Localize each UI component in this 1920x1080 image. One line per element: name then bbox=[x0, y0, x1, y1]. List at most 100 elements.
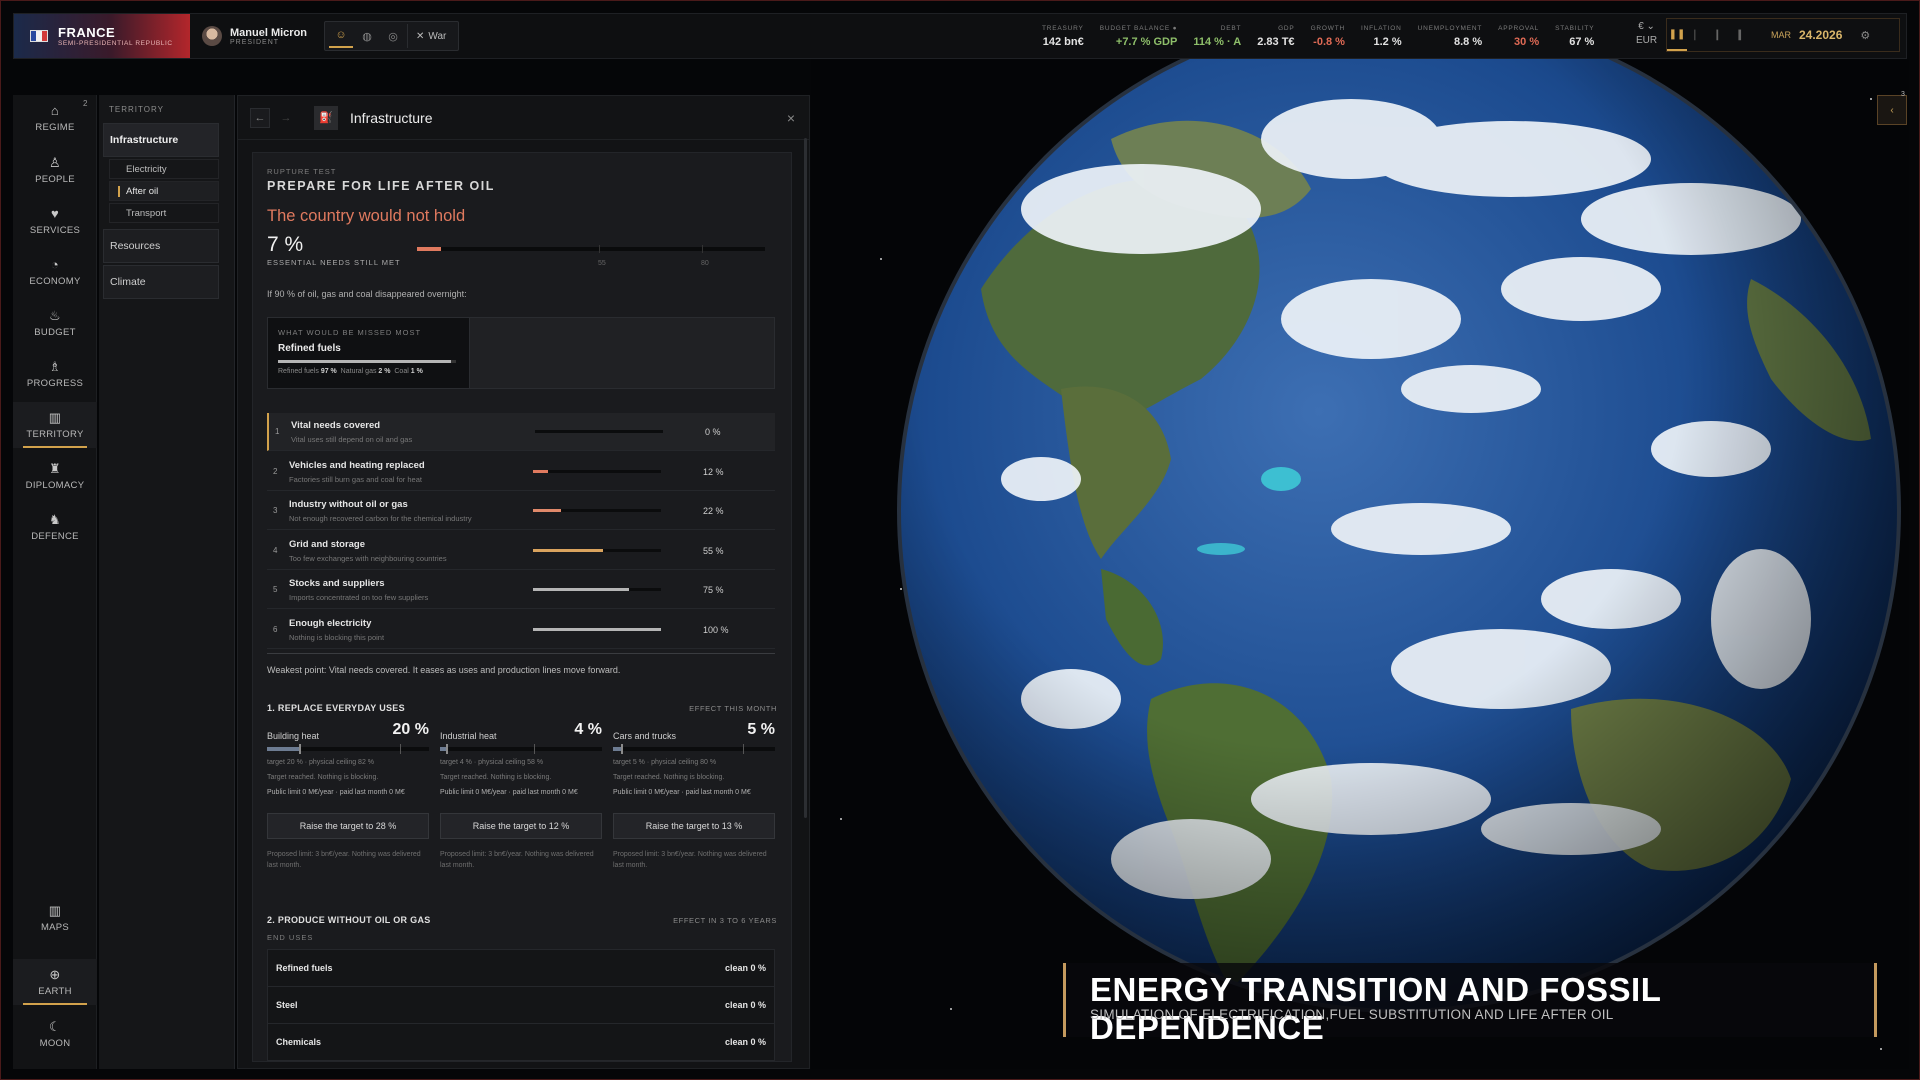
nav-maps[interactable]: ▥ MAPS bbox=[13, 895, 97, 941]
avatar bbox=[202, 26, 222, 46]
nav-regime[interactable]: ⌂ REGIME bbox=[13, 95, 97, 141]
nav-people[interactable]: ♙ PEOPLE bbox=[13, 147, 97, 193]
use-status: Target reached. Nothing is blocking. bbox=[613, 774, 725, 781]
criterion-row[interactable]: 6 Enough electricity Nothing is blocking t… bbox=[267, 611, 775, 649]
tab-infrastructure[interactable]: Infrastructure bbox=[103, 123, 219, 157]
missed-most-card[interactable]: WHAT WOULD BE MISSED MOST Refined fuels … bbox=[268, 318, 470, 388]
collapse-panel-button[interactable]: ‹ bbox=[1877, 95, 1907, 125]
speed-2-icon[interactable]: ▎ bbox=[1709, 30, 1731, 41]
row-description: Nothing is blocking this point bbox=[289, 632, 385, 642]
nav-progress[interactable]: ♗ PROGRESS bbox=[13, 351, 97, 397]
panel-header: ← → ⛽ Infrastructure × bbox=[238, 96, 809, 140]
stat-3[interactable]: GDP 2.83 T€ bbox=[1249, 14, 1302, 58]
missed-share-fill bbox=[278, 360, 451, 363]
currency-selector[interactable]: € ⌄ EUR bbox=[1636, 20, 1657, 48]
nav-territory[interactable]: ▥ TERRITORY bbox=[13, 402, 97, 448]
home-icon: ⌂ bbox=[50, 102, 60, 118]
rupture-test-card: RUPTURE TEST PREPARE FOR LIFE AFTER OIL … bbox=[252, 152, 792, 1062]
back-arrow-icon[interactable]: ← bbox=[250, 107, 270, 128]
use-target: target 5 % · physical ceiling 80 % bbox=[613, 759, 717, 766]
section-title: 1. REPLACE EVERYDAY USES bbox=[267, 703, 405, 713]
raise-target-button[interactable]: Raise the target to 28 % bbox=[267, 813, 429, 839]
criterion-row[interactable]: 2 Vehicles and heating replaced Factories … bbox=[267, 453, 775, 491]
stat-key: UNEMPLOYMENT bbox=[1417, 24, 1483, 32]
stat-2[interactable]: DEBT 114 % · A bbox=[1185, 14, 1249, 58]
nav-diplomacy[interactable]: ♜ DIPLOMACY bbox=[13, 453, 97, 499]
nav-moon[interactable]: ☾ MOON bbox=[13, 1011, 97, 1057]
war-mode-button[interactable]: ✕ War bbox=[407, 24, 454, 48]
nav-label: DIPLOMACY bbox=[25, 479, 85, 491]
pie-chart-icon: ◔ bbox=[50, 256, 60, 272]
stat-key: GDP bbox=[1278, 24, 1295, 32]
criterion-row[interactable]: 4 Grid and storage Too few exchanges with … bbox=[267, 532, 775, 570]
row-title: Industry without oil or gas bbox=[289, 499, 408, 510]
end-use-row[interactable]: Chemicals clean 0 % bbox=[267, 1023, 775, 1061]
peace-mode-icon[interactable]: ☺ bbox=[329, 24, 353, 48]
stat-value: 142 bn€ bbox=[1042, 35, 1084, 48]
use-name: Cars and trucks bbox=[613, 731, 677, 741]
leader-card[interactable]: Manuel Micron PRESIDENT bbox=[190, 26, 324, 46]
tab-climate[interactable]: Climate bbox=[103, 265, 219, 299]
globe-mode-icon[interactable]: ◍ bbox=[355, 24, 379, 48]
end-use-row[interactable]: Refined fuels clean 0 % bbox=[267, 949, 775, 987]
use-slider-handle[interactable] bbox=[446, 744, 449, 754]
use-slider-handle[interactable] bbox=[621, 744, 624, 754]
earth-view[interactable] bbox=[811, 59, 1909, 1069]
stat-8[interactable]: STABILITY 67 % bbox=[1547, 14, 1602, 58]
stat-7[interactable]: APPROVAL 30 % bbox=[1490, 14, 1547, 58]
gear-icon[interactable]: ⚙ bbox=[1860, 29, 1870, 42]
currency-code: EUR bbox=[1636, 35, 1658, 46]
stat-6[interactable]: UNEMPLOYMENT 8.8 % bbox=[1410, 14, 1491, 58]
row-progress-bar bbox=[533, 509, 661, 512]
sub-transport[interactable]: Transport bbox=[109, 203, 219, 223]
close-icon[interactable]: × bbox=[787, 110, 795, 126]
nav-budget[interactable]: ♨ BUDGET bbox=[13, 300, 97, 346]
panel-scrollbar[interactable] bbox=[804, 138, 807, 818]
stat-1[interactable]: BUDGET BALANCE ● +7.7 % GDP bbox=[1092, 14, 1186, 58]
end-use-name: Steel bbox=[276, 1000, 298, 1010]
stat-0[interactable]: TREASURY 142 bn€ bbox=[1034, 14, 1092, 58]
raise-target-button[interactable]: Raise the target to 13 % bbox=[613, 813, 775, 839]
criterion-row[interactable]: 3 Industry without oil or gas Not enough r… bbox=[267, 492, 775, 530]
forward-arrow-icon[interactable]: → bbox=[276, 108, 296, 128]
nav-services[interactable]: ♥ SERVICES bbox=[13, 198, 97, 244]
end-use-row[interactable]: Steel clean 0 % bbox=[267, 986, 775, 1024]
nav-earth[interactable]: ⊕ EARTH bbox=[13, 959, 97, 1005]
country-name: FRANCE bbox=[58, 25, 116, 40]
stat-key: BUDGET BALANCE ● bbox=[1099, 24, 1178, 32]
stat-5[interactable]: INFLATION 1.2 % bbox=[1353, 14, 1410, 58]
criterion-row[interactable]: 5 Stocks and suppliers Imports concentrate… bbox=[267, 571, 775, 609]
row-percent: 55 % bbox=[703, 545, 724, 556]
row-description: Factories still burn gas and coal for he… bbox=[289, 474, 422, 484]
section-title: 2. PRODUCE WITHOUT OIL OR GAS bbox=[267, 915, 431, 925]
criterion-row[interactable]: 1 Vital needs covered Vital uses still dep… bbox=[267, 413, 775, 451]
nav-defence[interactable]: ♞ DEFENCE bbox=[13, 504, 97, 550]
game-clock: ❚❚ ▏ ▎ ▍ MAR 24.2026 ⚙ bbox=[1666, 18, 1900, 52]
use-slider[interactable] bbox=[440, 744, 602, 754]
country-badge[interactable]: FRANCE SEMI-PRESIDENTIAL REPUBLIC bbox=[14, 14, 190, 58]
caption-subtitle: SIMULATION OF ELECTRIFICATION,FUEL SUBST… bbox=[1090, 1007, 1614, 1022]
use-slider[interactable] bbox=[267, 744, 429, 754]
weakest-point-text: Weakest point: Vital needs covered. It e… bbox=[267, 665, 621, 675]
tab-resources[interactable]: Resources bbox=[103, 229, 219, 263]
use-slider[interactable] bbox=[613, 744, 775, 754]
missed-title: Refined fuels bbox=[278, 343, 341, 354]
speed-3-icon[interactable]: ▍ bbox=[1731, 30, 1753, 41]
sub-after-oil[interactable]: After oil bbox=[109, 181, 219, 201]
fuel-name: Natural gas bbox=[340, 368, 377, 375]
nav-economy[interactable]: ◔ ECONOMY bbox=[13, 249, 97, 295]
nav-label: TERRITORY bbox=[26, 428, 84, 440]
stat-value: 30 % bbox=[1514, 35, 1540, 48]
sub-electricity[interactable]: Electricity bbox=[109, 159, 219, 179]
row-index: 5 bbox=[273, 585, 278, 594]
row-title: Vehicles and heating replaced bbox=[289, 459, 425, 471]
nav-label: REGIME bbox=[35, 121, 75, 133]
stat-4[interactable]: GROWTH -0.8 % bbox=[1303, 14, 1353, 58]
raise-target-button[interactable]: Raise the target to 12 % bbox=[440, 813, 602, 839]
diplomacy-mode-icon[interactable]: ◎ bbox=[381, 24, 405, 48]
use-slider-fill bbox=[267, 747, 300, 751]
pause-icon[interactable]: ❚❚ bbox=[1667, 19, 1687, 51]
notification-badge: 3 bbox=[1901, 91, 1905, 98]
speed-1-icon[interactable]: ▏ bbox=[1687, 30, 1709, 41]
use-slider-handle[interactable] bbox=[299, 744, 302, 754]
